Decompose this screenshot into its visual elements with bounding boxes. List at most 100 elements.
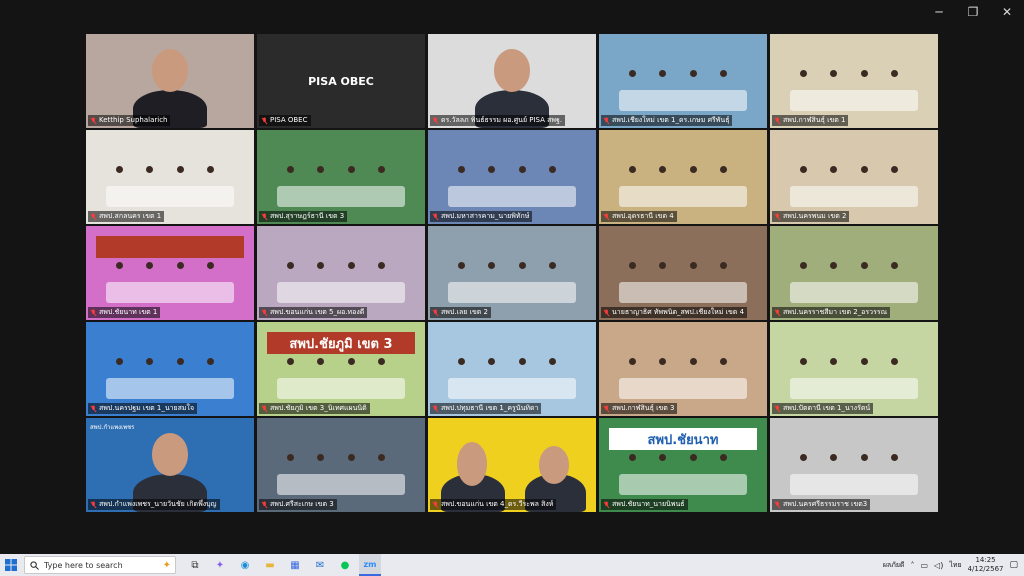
muted-mic-icon [432,213,439,221]
notification-icon[interactable]: ▢ [1009,560,1018,570]
participant-video [428,226,596,320]
participant-tile[interactable]: สพป.นครศรีธรรมราช เขต3 [770,418,938,512]
participant-tile[interactable]: สพป.ศรีสะเกษ เขต 3 [257,418,425,512]
start-button[interactable] [0,554,22,576]
participant-name-label: สพป.สุราษฎร์ธานี เขต 3 [259,211,348,222]
participant-name-label: สพป.เชียงใหม่ เขต 1_ดร.เกษม ศรีพันธุ์ [601,115,733,126]
attendee-head [176,261,184,269]
participant-tile[interactable]: สพป.สกลนคร เขต 1 [86,130,254,224]
participant-name-label: นายธาญาธิศ ทัพพนิต_สพป.เชียงใหม่ เขต 4 [601,307,748,318]
participant-tile[interactable]: สพป.กาฬสินธุ์ เขต 1 [770,34,938,128]
volume-icon[interactable]: ◁) [934,561,943,570]
muted-mic-icon [261,309,268,317]
participant-video [257,130,425,224]
participant-tile[interactable]: ดร.วัลลภ พินธ์ธรรม ผอ.ศูนย์ PISA สพฐ. [428,34,596,128]
attendee-head [458,261,466,269]
participant-tile[interactable]: Ketthip Suphalarich [86,34,254,128]
attendee-head [176,165,184,173]
muted-mic-icon [774,501,781,509]
participant-tile[interactable]: สพป.สุราษฎร์ธานี เขต 3 [257,130,425,224]
participant-name-label: สพป.กาฬสินธุ์ เขต 1 [772,115,849,126]
muted-mic-icon [432,405,439,413]
task-view-icon[interactable]: ⧉ [184,554,206,576]
attendee-head [719,357,727,365]
participant-tile[interactable]: สพป.ขอนแก่น เขต 4_ดร.วีระพล สิงห์ [428,418,596,512]
participant-name: สพป.ขอนแก่น เขต 4_ดร.วีระพล สิงห์ [441,500,554,508]
meeting-table [277,282,405,304]
meeting-table [619,282,747,304]
tile-banner-text: สพป.กำแพงเพชร [90,424,135,431]
attendee-head [719,69,727,77]
participant-name-label: สพป.เลย เขต 2 [430,307,491,318]
copilot-icon[interactable]: ✦ [209,554,231,576]
network-icon[interactable]: ▭ [920,561,928,570]
line-icon[interactable]: ● [334,554,356,576]
taskbar-apps: ⧉ ✦ ◉ ▬ ▦ ✉ ● zm [184,554,381,576]
store-icon[interactable]: ▦ [284,554,306,576]
restore-button[interactable]: ❐ [956,2,990,22]
participant-name-label: สพป.นครปฐม เขต 1_นายสมใจ [88,403,198,414]
participant-tile[interactable]: สพป.อุดรธานี เขต 4 [599,130,767,224]
file-explorer-icon[interactable]: ▬ [259,554,281,576]
participant-name-label: สพป.ขอนแก่น เขต 5_ผอ.ทองดี [259,307,368,318]
participant-name: PISA OBEC [270,116,308,124]
participant-display-name: PISA OBEC [257,34,425,128]
participant-name: สพป.อุดรธานี เขต 4 [612,212,674,220]
clock[interactable]: 14:25 4/12/2567 [968,556,1004,574]
muted-mic-icon [603,309,610,317]
attendee-head [518,165,526,173]
participant-tile[interactable]: สพป.กำแพงเพชร สพป.กำแพงเพชร_นายวันชัย เกิ… [86,418,254,512]
input-language[interactable]: ไทย [949,560,961,571]
attendee-head [347,261,355,269]
participant-name-label: สพป.ชัยนาท_นายนิพนธ์ [601,499,688,510]
participant-tile[interactable]: PISA OBEC PISA OBEC [257,34,425,128]
search-icon [30,560,39,570]
participant-tile[interactable]: สพป.นครปฐม เขต 1_นายสมใจ [86,322,254,416]
participant-tile[interactable]: นายธาญาธิศ ทัพพนิต_สพป.เชียงใหม่ เขต 4 [599,226,767,320]
taskbar-search-box[interactable]: Type here to search ✦ [24,556,176,574]
room-banner: สพป.ชัยนาท [609,428,757,450]
attendee-head [800,261,808,269]
zoom-icon[interactable]: zm [359,554,381,576]
participant-tile[interactable]: สพป.เชียงใหม่ เขต 1_ดร.เกษม ศรีพันธุ์ [599,34,767,128]
participant-name: สพป.ชัยนาท_นายนิพนธ์ [612,500,685,508]
attendee-head [116,165,124,173]
participant-tile[interactable]: สพป.ปัตตานี เขต 1_นางรัตน์ [770,322,938,416]
attendee-head [860,261,868,269]
participant-name: นายธาญาธิศ ทัพพนิต_สพป.เชียงใหม่ เขต 4 [612,308,745,316]
attendee-head [206,261,214,269]
participant-name: สพป.นครพนม เขต 2 [783,212,847,220]
mail-icon[interactable]: ✉ [309,554,331,576]
participant-tile[interactable]: สพป.เลย เขต 2 [428,226,596,320]
minimize-button[interactable]: ─ [922,2,956,22]
participant-tile[interactable]: สพป.นครพนม เขต 2 [770,130,938,224]
participant-tile[interactable]: สพป.นครราชสีมา เขต 2_อรวรรณ [770,226,938,320]
muted-mic-icon [603,405,610,413]
meeting-table [106,378,234,400]
participant-tile[interactable]: สพป.มหาสารคาม_นายพิทักษ์ [428,130,596,224]
participant-tile[interactable]: สพป.กาฬสินธุ์ เขต 3 [599,322,767,416]
attendee-head [206,165,214,173]
muted-mic-icon [774,309,781,317]
participant-name-label: สพป.ขอนแก่น เขต 4_ดร.วีระพล สิงห์ [430,499,557,510]
participant-tile[interactable]: สพป.ชัยภูมิ เขต 3 สพป.ชัยภูมิ เขต 3_นิเทศ… [257,322,425,416]
participant-name: สพป.กาฬสินธุ์ เขต 1 [783,116,846,124]
attendee-head [890,261,898,269]
attendee-head [890,69,898,77]
participant-name-label: สพป.นครศรีธรรมราช เขต3 [772,499,871,510]
participant-tile[interactable]: สพป.ขอนแก่น เขต 5_ผอ.ทองดี [257,226,425,320]
participant-tile[interactable]: สพป.ชัยนาทสพป.ชัยนาท_นายนิพนธ์ [599,418,767,512]
edge-icon[interactable]: ◉ [234,554,256,576]
meeting-table [106,186,234,208]
close-button[interactable]: ✕ [990,2,1024,22]
attendee-head [800,357,808,365]
participant-tile[interactable]: สพป.ชัยนาท เขต 1 [86,226,254,320]
person-head [456,442,487,486]
chevron-up-icon[interactable]: ˄ [910,561,914,570]
attendee-head [860,165,868,173]
participant-name: สพป.ชัยภูมิ เขต 3_นิเทศแผนนิติ [270,404,367,412]
attendee-head [800,453,808,461]
participant-tile[interactable]: สพป.ปทุมธานี เขต 1_ครูนันทิดา [428,322,596,416]
participant-name: สพป.ศรีสะเกษ เขต 3 [270,500,334,508]
attendee-head [377,261,385,269]
